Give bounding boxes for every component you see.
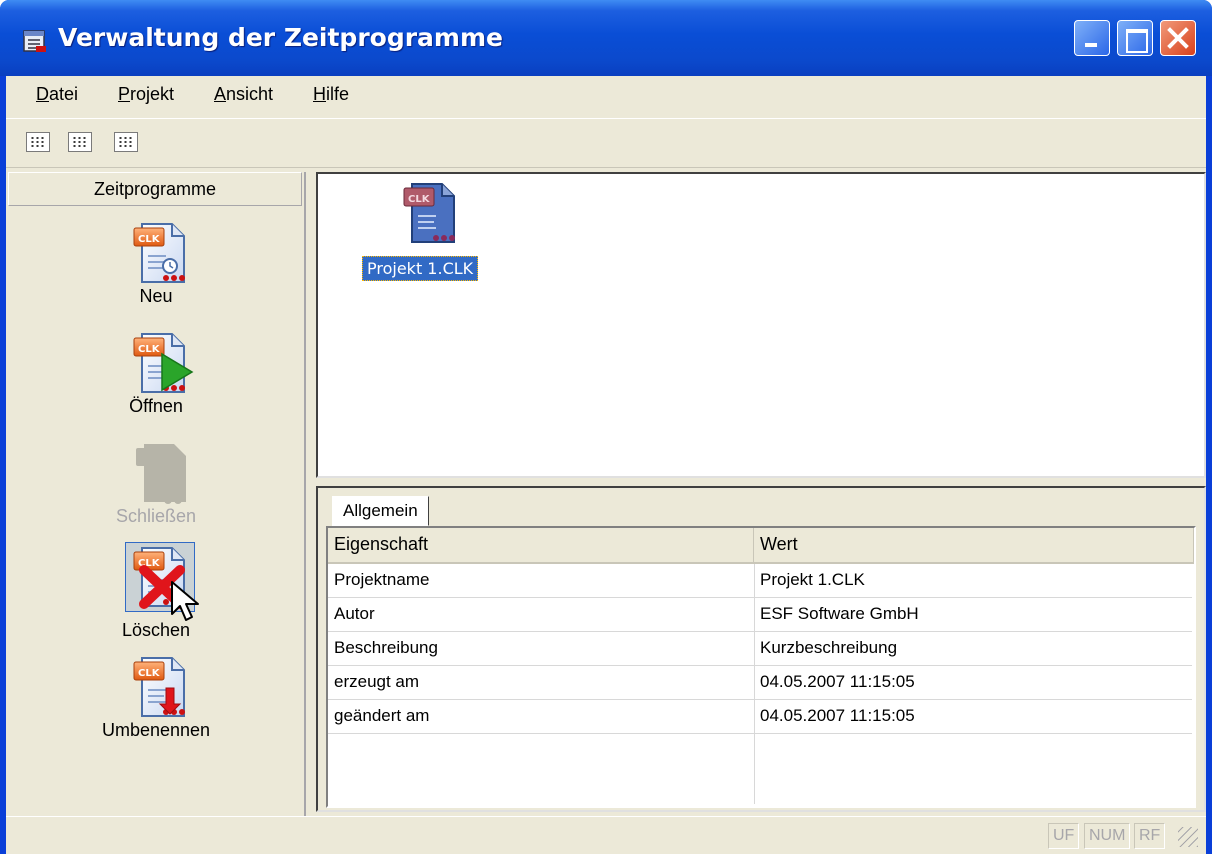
- property-name: Autor: [334, 604, 375, 623]
- property-name: Projektname: [334, 570, 430, 589]
- mouse-cursor-icon: [171, 581, 199, 621]
- sidebar-action-label: Umbenennen: [101, 720, 211, 740]
- tab-allgemein[interactable]: Allgemein: [332, 496, 429, 526]
- menu-projekt[interactable]: Projekt: [118, 84, 174, 105]
- property-name: erzeugt am: [334, 672, 420, 691]
- large-icons-view-icon[interactable]: [26, 132, 50, 152]
- menu-datei-hotkey: D: [36, 84, 49, 104]
- property-name: geändert am: [334, 706, 430, 725]
- sidebar-action-label: Neu: [139, 286, 173, 306]
- menu-ansicht-label: nsicht: [226, 84, 274, 104]
- column-header-wert[interactable]: Wert: [754, 528, 1194, 564]
- table-row[interactable]: Autor ESF Software GmbH: [328, 598, 1192, 632]
- sidebar-action-label: Löschen: [121, 620, 191, 640]
- clk-new-icon: [133, 223, 186, 283]
- sidebar-action-label: Öffnen: [129, 396, 183, 416]
- status-indicator-rf: RF: [1134, 823, 1166, 849]
- menu-hilfe[interactable]: Hilfe: [313, 84, 349, 105]
- clk-rename-icon: [133, 657, 186, 717]
- table-row[interactable]: Projektname Projekt 1.CLK: [328, 564, 1192, 598]
- property-value: Kurzbeschreibung: [760, 638, 898, 657]
- sidebar-action-label: Schließen: [115, 506, 197, 526]
- property-value: 04.05.2007 11:15:05: [760, 672, 915, 691]
- minimize-button[interactable]: [1074, 20, 1110, 56]
- menu-datei-label: atei: [49, 84, 79, 104]
- status-indicator-uf: UF: [1048, 823, 1080, 849]
- svg-text:CLK: CLK: [408, 194, 431, 205]
- status-bar: UF NUM RF: [6, 816, 1206, 854]
- sidebar-header: Zeitprogramme: [8, 172, 302, 206]
- title-bar[interactable]: Verwaltung der Zeitprogramme: [0, 0, 1212, 76]
- table-row[interactable]: geändert am 04.05.2007 11:15:05: [328, 700, 1192, 734]
- property-value: 04.05.2007 11:15:05: [760, 706, 915, 725]
- column-header-eigenschaft[interactable]: Eigenschaft: [328, 528, 754, 564]
- maximize-button[interactable]: [1117, 20, 1153, 56]
- toolbar: [6, 118, 1206, 168]
- clk-close-icon: [136, 444, 186, 504]
- window-list-icon: [23, 30, 46, 52]
- clk-file-icon: CLK: [403, 183, 455, 243]
- small-icons-view-icon[interactable]: [68, 132, 92, 152]
- table-row[interactable]: Beschreibung Kurzbeschreibung: [328, 632, 1192, 666]
- sidebar: Zeitprogramme Neu Öffnen Schließen Lösch…: [6, 172, 306, 816]
- menu-bar: Datei Projekt Ansicht Hilfe: [6, 76, 1206, 116]
- menu-ansicht[interactable]: Ansicht: [214, 84, 273, 105]
- menu-ansicht-hotkey: A: [214, 84, 227, 104]
- properties-table: Eigenschaft Wert Projektname Projekt 1.C…: [326, 526, 1196, 808]
- properties-pane: Allgemein Eigenschaft Wert Projektname P…: [316, 486, 1206, 812]
- file-item-label: Projekt 1.CLK: [362, 256, 479, 281]
- menu-projekt-hotkey: P: [118, 84, 131, 104]
- table-row[interactable]: erzeugt am 04.05.2007 11:15:05: [328, 666, 1192, 700]
- client-area: Datei Projekt Ansicht Hilfe Zeitprogramm…: [6, 76, 1206, 854]
- property-value: ESF Software GmbH: [760, 604, 919, 623]
- property-name: Beschreibung: [334, 638, 438, 657]
- close-button[interactable]: [1160, 20, 1196, 56]
- file-list-pane[interactable]: CLK Projekt 1.CLK: [316, 172, 1206, 478]
- application-window: Verwaltung der Zeitprogramme Datei Proje…: [0, 0, 1212, 854]
- resize-grip[interactable]: [1178, 827, 1198, 847]
- property-value: Projekt 1.CLK: [760, 570, 865, 589]
- close-icon: [1167, 27, 1189, 49]
- details-view-icon[interactable]: [114, 132, 138, 152]
- column-divider: [754, 564, 755, 804]
- clk-open-icon: [133, 333, 194, 393]
- window-title: Verwaltung der Zeitprogramme: [58, 23, 503, 52]
- status-indicator-num: NUM: [1084, 823, 1131, 849]
- menu-hilfe-label: ilfe: [326, 84, 350, 104]
- menu-projekt-label: rojekt: [130, 84, 175, 104]
- menu-datei[interactable]: Datei: [36, 84, 78, 105]
- menu-hilfe-hotkey: H: [313, 84, 326, 104]
